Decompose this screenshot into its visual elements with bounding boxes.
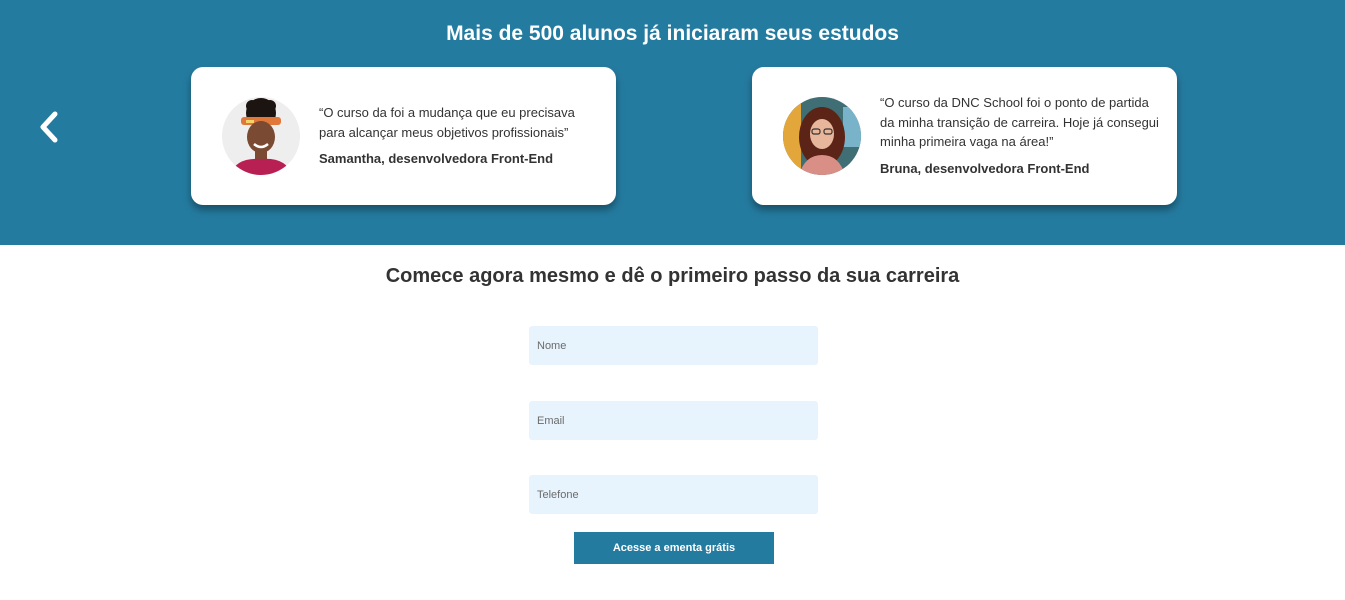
signup-heading: Comece agora mesmo e dê o primeiro passo… [385,265,960,287]
avatar [222,97,300,175]
testimonial-author: Samantha, desenvolvedora Front-End [319,151,554,166]
testimonial-card: “O curso da DNC School foi o ponto de pa… [752,67,1177,205]
avatar [783,97,861,175]
testimonial-quote: “O curso da foi a mudança que eu precisa… [319,105,575,140]
email-field[interactable] [529,401,818,440]
testimonial-card: “O curso da foi a mudança que eu precisa… [191,67,616,205]
testimonials-section: Mais de 500 alunos já iniciaram seus est… [0,0,1345,245]
testimonial-author: Bruna, desenvolvedora Front-End [880,160,1090,176]
submit-button[interactable]: Acesse a ementa grátis [574,532,774,564]
carousel-prev-button[interactable] [34,108,64,146]
testimonial-quote: “O curso da DNC School foi o ponto de pa… [880,95,1159,149]
testimonials-heading: Mais de 500 alunos já iniciaram seus est… [446,22,899,45]
chevron-left-icon [40,111,58,143]
name-field[interactable] [529,326,818,365]
phone-field[interactable] [529,475,818,514]
